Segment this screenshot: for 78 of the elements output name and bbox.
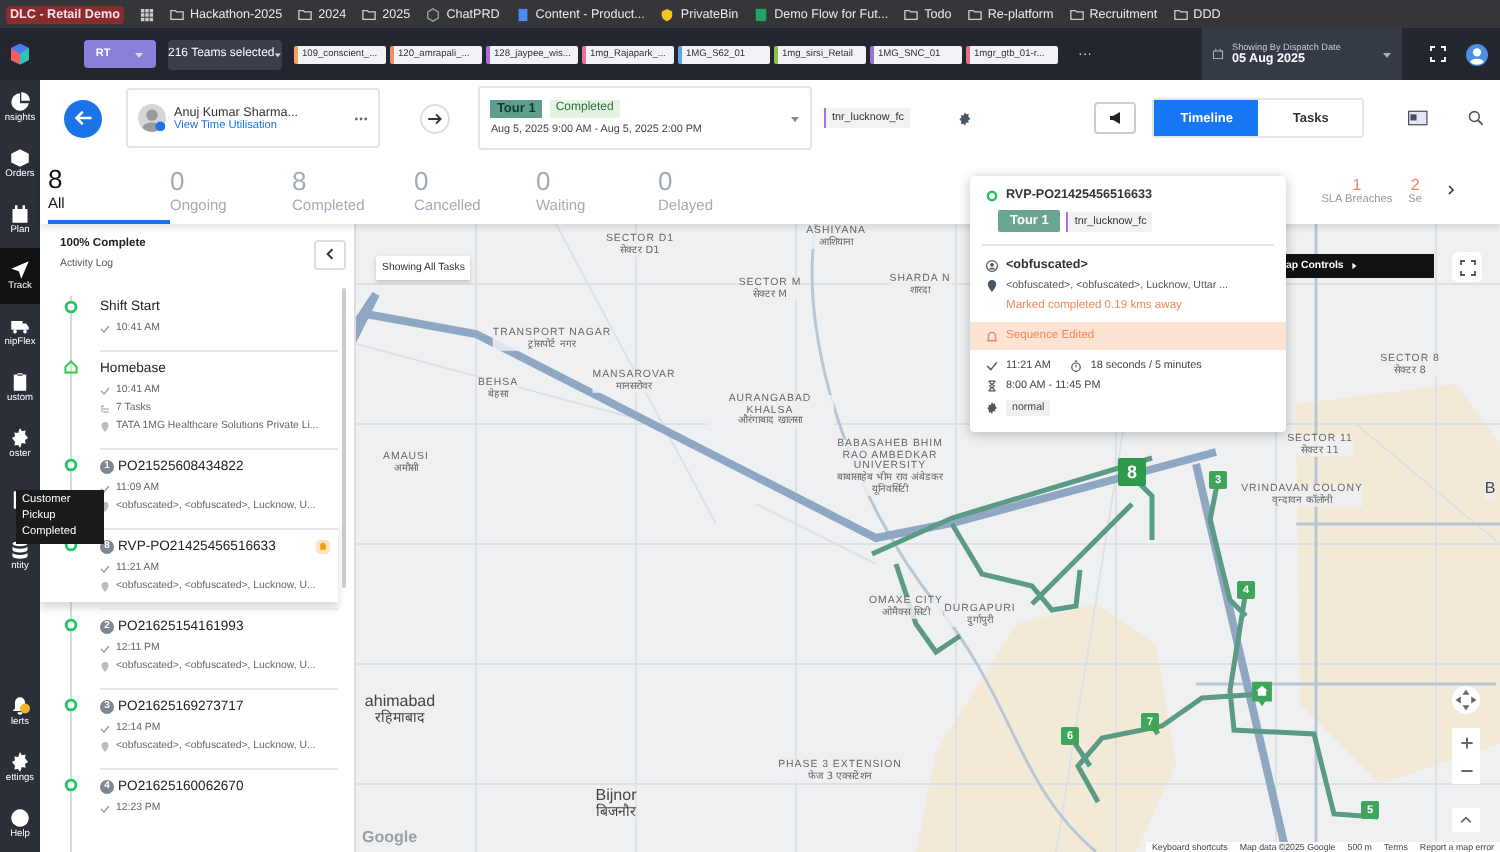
location-pin-icon <box>100 741 110 751</box>
caret-icon <box>134 49 145 59</box>
person-icon <box>986 259 998 271</box>
badge-icon <box>986 402 998 414</box>
location-pin-icon <box>100 581 110 591</box>
check-icon <box>986 360 998 372</box>
check-icon <box>100 803 110 813</box>
apps-grid-icon[interactable] <box>139 7 154 21</box>
bell-icon <box>10 696 30 716</box>
stopwatch-icon <box>1070 360 1083 372</box>
more-options-icon[interactable] <box>354 115 369 121</box>
chevron-up-icon <box>1460 814 1472 826</box>
status-ring-icon <box>63 778 77 792</box>
fullscreen-icon[interactable] <box>1430 46 1446 62</box>
box-icon <box>10 148 30 168</box>
map-fullscreen-button[interactable] <box>1452 252 1482 282</box>
expand-up-button[interactable] <box>1452 808 1480 832</box>
search-icon[interactable] <box>1468 110 1484 126</box>
map-provider-logo: Google <box>362 828 418 846</box>
caret-icon <box>1382 49 1392 59</box>
gear-icon[interactable] <box>957 111 972 125</box>
list-icon <box>100 403 110 413</box>
settings-icon <box>10 752 30 772</box>
plus-icon <box>1459 735 1473 749</box>
folder-icon <box>298 7 313 21</box>
status-ring-icon <box>63 618 77 632</box>
spreadsheet-icon <box>754 7 769 21</box>
clipboard-icon <box>10 372 30 392</box>
location-pin-icon <box>100 661 110 671</box>
check-icon <box>100 385 110 395</box>
megaphone-button[interactable] <box>1093 102 1137 134</box>
calendar-icon <box>1212 48 1224 60</box>
person-silhouette-icon <box>138 104 166 132</box>
folder-icon <box>169 7 184 21</box>
home-icon <box>63 360 77 374</box>
map-marker[interactable]: 8 <box>1118 458 1146 486</box>
status-ring-icon <box>63 698 77 712</box>
id-card-icon[interactable] <box>1408 110 1429 126</box>
shield-icon <box>660 7 675 21</box>
forward-button[interactable] <box>420 103 451 133</box>
map-place-label: B <box>1484 481 1496 499</box>
fullscreen-icon <box>1459 259 1475 275</box>
check-icon <box>100 643 110 653</box>
check-icon <box>100 723 110 733</box>
status-ring-icon <box>63 300 77 314</box>
collapse-button[interactable] <box>314 239 346 269</box>
status-ring-icon <box>986 189 998 201</box>
user-avatar-icon[interactable] <box>1466 43 1488 65</box>
caret-icon <box>790 113 800 123</box>
gear-icon <box>10 428 30 448</box>
check-icon <box>100 563 110 573</box>
folder-icon <box>1069 7 1084 21</box>
folder-icon <box>1173 7 1188 21</box>
hexagon-icon <box>426 7 441 21</box>
chart-icon <box>10 92 30 112</box>
chevron-left-icon <box>324 248 336 260</box>
document-icon <box>515 7 530 21</box>
help-icon <box>10 808 30 828</box>
folder-icon <box>904 7 919 21</box>
folder-icon <box>967 7 982 21</box>
truck-icon <box>10 316 30 336</box>
triangle-right-icon <box>1349 261 1358 270</box>
check-icon <box>100 323 110 333</box>
hourglass-icon <box>986 380 998 392</box>
navigation-arrow-icon <box>10 260 30 280</box>
arrow-right-icon <box>426 109 445 127</box>
folder-icon <box>362 7 377 21</box>
back-button[interactable] <box>64 99 102 137</box>
app-logo-icon[interactable] <box>8 42 32 66</box>
arrow-left-icon <box>73 108 93 128</box>
location-pin-icon <box>986 280 998 292</box>
chevron-right-icon[interactable] <box>1446 184 1456 196</box>
status-ring-icon <box>63 458 77 472</box>
location-pin-icon <box>100 421 110 431</box>
pan-control-icon[interactable] <box>1452 686 1480 714</box>
home-marker-icon[interactable] <box>1250 680 1274 708</box>
megaphone-icon <box>1107 110 1124 126</box>
calendar-icon <box>10 204 30 224</box>
